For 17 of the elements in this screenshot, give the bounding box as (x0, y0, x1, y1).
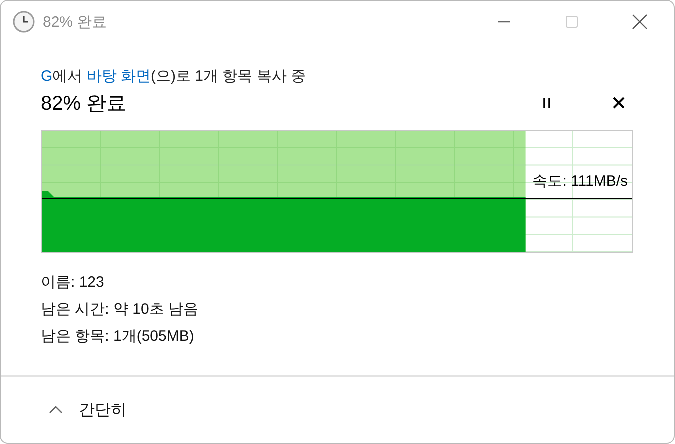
copy-description: G에서 바탕 화면(으)로 1개 항목 복사 중 (41, 67, 308, 86)
window-title: 82% 완료 (43, 12, 108, 32)
location-link[interactable]: G (41, 68, 53, 85)
pause-icon (541, 97, 553, 109)
speed-label: 속도: 111MB/s (532, 172, 628, 191)
detail-text: 이름: 123 (41, 273, 106, 293)
progress-heading: 82% 완료 (41, 92, 127, 116)
location-link[interactable]: 바탕 화면 (86, 68, 152, 85)
detail-text: 남은 항목: 1개(505MB) (41, 327, 196, 347)
clock-icon (13, 11, 35, 33)
close-icon (632, 14, 648, 30)
collapse-button[interactable]: 간단히 (45, 396, 131, 424)
minimize-icon (498, 21, 510, 23)
chevron-up-icon (49, 405, 63, 415)
close-icon (613, 97, 625, 109)
detail-text: 남은 시간: 약 10초 남음 (41, 300, 200, 320)
maximize-icon (565, 15, 579, 29)
